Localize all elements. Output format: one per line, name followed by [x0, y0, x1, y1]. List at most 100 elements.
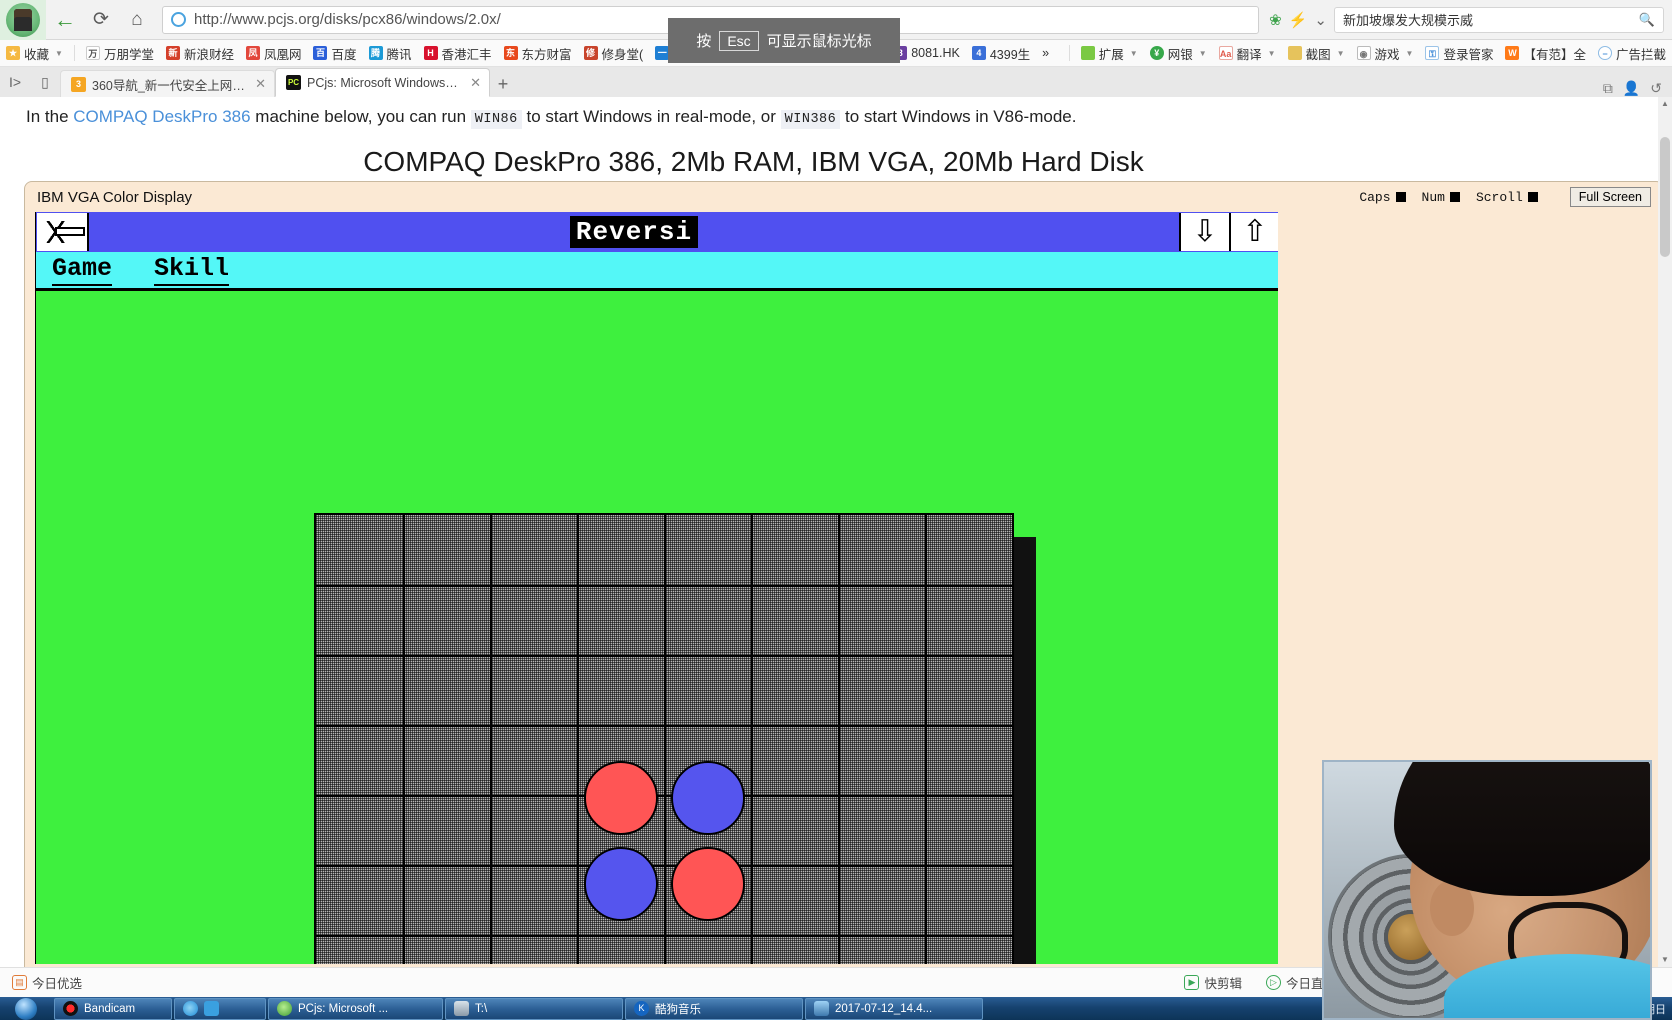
copy-icon[interactable]: ⧉ — [1603, 80, 1613, 97]
disc-red[interactable] — [584, 761, 658, 835]
tab-list-icon[interactable]: I> — [0, 67, 30, 97]
scrollbar-thumb[interactable] — [1660, 137, 1670, 257]
search-input[interactable]: 新加坡爆发大规模示威 🔍 — [1334, 6, 1664, 33]
divider — [1068, 45, 1070, 61]
site-icon: 百 — [313, 46, 328, 60]
taskbar-item-drive[interactable]: T:\ — [445, 997, 623, 1020]
toolbar-translate[interactable]: Aa 翻译 ▼ — [1213, 42, 1282, 65]
bookmark-label: 新浪财经 — [183, 47, 234, 62]
taskbar-item-screenshot-file[interactable]: 2017-07-12_14.4... — [805, 997, 983, 1020]
chevron-down-icon[interactable]: ▼ — [1406, 49, 1414, 58]
tab-pcjs[interactable]: PC PCjs: Microsoft Windows/386 ✕ — [275, 68, 490, 97]
taskbar-item-bandicam[interactable]: Bandicam — [54, 997, 172, 1020]
bookmark-item[interactable]: 腾 腾讯 — [363, 42, 418, 65]
chevron-down-icon[interactable]: ▼ — [1337, 49, 1345, 58]
taskbar-item-kugou[interactable]: K 酷狗音乐 — [625, 997, 803, 1020]
mobile-view-icon[interactable]: ▯ — [30, 67, 60, 97]
scroll-led — [1527, 191, 1538, 202]
bookmark-label: 8081.HK — [911, 46, 960, 60]
internet-explorer-icon — [183, 1001, 198, 1016]
bookmark-item[interactable]: 新 新浪财经 — [160, 42, 240, 65]
full-screen-button[interactable]: Full Screen — [1569, 187, 1651, 207]
chevron-down-icon[interactable]: ▼ — [1130, 49, 1138, 58]
toolbar-bank[interactable]: ¥ 网银 ▼ — [1144, 42, 1213, 65]
bookmark-item[interactable]: 万 万朋学堂 — [80, 42, 160, 65]
page-title: COMPAQ DeskPro 386, 2Mb RAM, IBM VGA, 20… — [363, 146, 1144, 177]
bookmark-item[interactable]: 4 4399生 — [966, 42, 1036, 65]
compaq-deskpro-link[interactable]: COMPAQ DeskPro 386 — [73, 107, 250, 126]
today-picks-button[interactable]: ▤ 今日优选 — [0, 973, 94, 992]
taskbar-item-internet-explorer[interactable] — [174, 997, 266, 1020]
search-icon[interactable]: 🔍 — [1639, 12, 1655, 28]
disc-blue[interactable] — [671, 761, 745, 835]
toolbar-screenshot[interactable]: 截图 ▼ — [1282, 42, 1351, 65]
bookmark-item[interactable]: 修 修身堂( — [578, 42, 650, 65]
bandicam-icon — [63, 1001, 78, 1016]
intro-paragraph: In the COMPAQ DeskPro 386 machine below,… — [0, 97, 1672, 129]
lightning-icon[interactable]: ⚡ — [1289, 11, 1308, 29]
browser-window: ← ⟳ ⌂ http://www.pcjs.org/disks/pcx86/wi… — [0, 0, 1672, 1020]
win86-code: WIN86 — [470, 110, 522, 129]
chevron-down-icon[interactable]: ▼ — [1268, 49, 1276, 58]
live-icon: ▷ — [1265, 975, 1281, 990]
chevron-down-icon[interactable]: ⌄ — [1314, 11, 1327, 29]
toolbar-label: 截图 — [1305, 47, 1331, 62]
tab-360-navigation[interactable]: 3 360导航_新一代安全上网导航 ✕ — [60, 70, 275, 97]
user-avatar[interactable] — [0, 0, 46, 40]
new-tab-button[interactable]: + — [490, 71, 516, 97]
toolbar-login-manager[interactable]: ⚿ 登录管家 — [1419, 42, 1499, 65]
bookmark-item[interactable]: 百 百度 — [307, 42, 362, 65]
system-menu-icon[interactable] — [37, 213, 89, 251]
toolbar-label: 翻译 — [1236, 47, 1262, 62]
scroll-down-arrow[interactable]: ▼ — [1658, 953, 1672, 967]
bookmark-label: 万朋学堂 — [103, 47, 154, 62]
bookmark-item[interactable]: 凤 凤凰网 — [240, 42, 308, 65]
num-label: Num — [1421, 189, 1445, 205]
toolbar-label: 扩展 — [1098, 47, 1124, 62]
close-icon[interactable]: ✕ — [255, 76, 266, 92]
toolbar-games[interactable]: ◉ 游戏 ▼ — [1351, 42, 1420, 65]
chevron-down-icon[interactable]: ▼ — [1199, 49, 1207, 58]
account-icon[interactable]: 👤 — [1623, 80, 1640, 97]
board-grid[interactable] — [314, 513, 1014, 964]
disc-red[interactable] — [671, 847, 745, 921]
drive-icon — [454, 1001, 469, 1016]
site-icon: 修 — [583, 46, 598, 60]
menu-game[interactable]: Game — [52, 254, 113, 286]
chevron-down-icon[interactable]: ▼ — [55, 49, 63, 58]
reload-button[interactable]: ⟳ — [84, 3, 118, 37]
bookmarks-overflow-button[interactable]: » — [1036, 42, 1055, 65]
quick-edit-button[interactable]: ▶ 快剪辑 — [1172, 973, 1254, 992]
close-icon[interactable]: ✕ — [470, 75, 481, 91]
page-scrollbar[interactable]: ▲ ▼ — [1658, 97, 1672, 967]
tab-strip-actions: ⧉ 👤 ↺ — [1603, 80, 1672, 97]
toolbar-adblock[interactable]: − 广告拦截 — [1592, 42, 1672, 65]
start-button[interactable] — [0, 997, 52, 1020]
caps-label: Caps — [1359, 189, 1391, 205]
taskbar-label: 酷狗音乐 — [655, 1003, 701, 1016]
vga-screen[interactable]: Reversi ⇩ ⇧ Game Skill — [35, 212, 1278, 964]
video-edit-icon: ▶ — [1184, 975, 1200, 990]
toolbar-extensions[interactable]: 扩展 ▼ — [1075, 42, 1144, 65]
taskbar-item-pcjs[interactable]: PCjs: Microsoft ... — [268, 997, 443, 1020]
back-button[interactable]: ← — [48, 3, 82, 37]
reversi-board[interactable] — [314, 513, 1036, 964]
toolbar-youfan[interactable]: W 【有范】全 — [1499, 42, 1592, 65]
leaf-icon[interactable]: ❀ — [1269, 11, 1282, 29]
adblock-icon: − — [1597, 46, 1612, 60]
bookmark-label: 东方财富 — [521, 47, 572, 62]
maximize-button[interactable]: ⇧ — [1229, 213, 1278, 251]
site-icon: 腾 — [368, 46, 383, 60]
restore-icon[interactable]: ↺ — [1650, 80, 1662, 97]
menu-skill[interactable]: Skill — [154, 254, 230, 286]
reversi-title-bar[interactable]: Reversi ⇩ ⇧ — [36, 212, 1278, 252]
scroll-up-arrow[interactable]: ▲ — [1658, 97, 1672, 111]
bookmark-item[interactable]: 东 东方财富 — [498, 42, 578, 65]
disc-blue[interactable] — [584, 847, 658, 921]
minimize-button[interactable]: ⇩ — [1179, 213, 1229, 251]
bookmark-label: 腾讯 — [386, 47, 412, 62]
intro-text-3: to start Windows in real-mode, or — [521, 107, 781, 126]
bookmark-favorites[interactable]: ★ 收藏 ▼ — [0, 42, 69, 65]
home-button[interactable]: ⌂ — [120, 3, 154, 37]
bookmark-item[interactable]: H 香港汇丰 — [418, 42, 498, 65]
